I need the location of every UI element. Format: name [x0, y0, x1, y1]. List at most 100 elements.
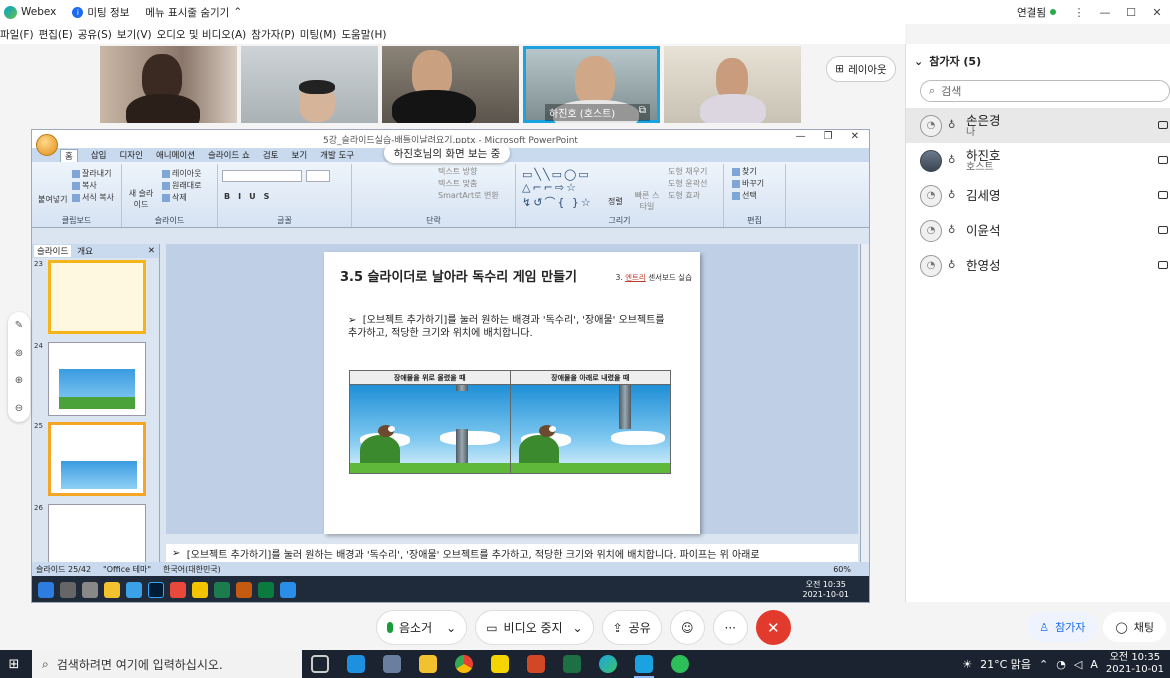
camera-icon	[1158, 156, 1168, 164]
taskbar-search-input[interactable]: ⌕ 검색하려면 여기에 입력하십시오.	[32, 650, 302, 678]
menu-edit[interactable]: 편집(E)	[39, 27, 78, 42]
connection-label: 연결됨	[1017, 6, 1046, 19]
ppt-tab: 애니메이션	[155, 151, 196, 161]
layout-button[interactable]: ⊞ 레이아웃	[826, 56, 896, 82]
ground-shape	[350, 463, 510, 473]
ribbon-shape-outline: 도형 윤곽선	[668, 179, 708, 188]
zoom-level: 60%	[833, 564, 851, 574]
close-icon[interactable]: ✕	[1144, 6, 1170, 19]
participants-header[interactable]: ⌄ 참가자 (5)	[906, 44, 1170, 78]
taskbar-powerpoint[interactable]	[518, 650, 554, 678]
reset-icon	[162, 181, 170, 190]
menu-toggle-button[interactable]: 메뉴 표시줄 숨기기 ⌃	[145, 5, 242, 20]
participant-row[interactable]: ◔ ♁ 이윤석	[906, 213, 1170, 248]
eagle-sprite	[538, 425, 556, 437]
taskbar-app[interactable]	[374, 650, 410, 678]
taskbar-edge[interactable]	[590, 650, 626, 678]
cloud-shape	[610, 431, 665, 445]
participant-row[interactable]: ◔ ♁ 한영성	[906, 248, 1170, 283]
minimize-icon[interactable]: —	[1092, 6, 1118, 19]
chevron-down-icon[interactable]: ⌄	[573, 621, 583, 635]
video-tile-host[interactable]: 하진호 (호스트) ⧉	[523, 46, 660, 123]
participant-row[interactable]: ◔ ♁ 손은경 나	[906, 108, 1170, 143]
reactions-button[interactable]: ☺	[669, 610, 705, 645]
shared-clock: 오전 10:35 2021-10-01	[802, 580, 850, 599]
annotate-pen-icon[interactable]: ✎	[15, 320, 23, 331]
delete-icon	[162, 193, 170, 202]
mute-button[interactable]: 음소거 ⌄	[376, 610, 468, 645]
taskbar-ie[interactable]	[338, 650, 374, 678]
participants-tab-button[interactable]: ♙ 참가자	[1027, 612, 1098, 642]
camera-icon	[1158, 191, 1168, 199]
participant-video-figure	[126, 94, 200, 123]
meeting-info-button[interactable]: i 미팅 정보	[72, 5, 129, 20]
taskbar-kakaotalk[interactable]	[482, 650, 518, 678]
task-view-button[interactable]	[302, 650, 338, 678]
shared-taskbar: 오전 10:35 2021-10-01	[32, 576, 869, 602]
video-name-label: 하진호 (호스트) ⧉	[545, 104, 650, 121]
group-name: 단락	[426, 216, 441, 225]
maximize-icon[interactable]: ☐	[1118, 6, 1144, 19]
participant-search-input[interactable]: ⌕ 검색	[920, 80, 1170, 102]
taskbar-excel[interactable]	[554, 650, 590, 678]
video-tile[interactable]	[382, 46, 519, 123]
video-tile[interactable]	[100, 46, 237, 123]
participant-video-figure	[575, 56, 615, 106]
video-camera-icon: ▭	[486, 620, 498, 635]
menu-file[interactable]: 파일(F)	[0, 27, 39, 42]
font-size-box	[306, 170, 330, 182]
taskview-icon	[82, 582, 98, 598]
start-button[interactable]: ⊞	[0, 650, 28, 678]
participant-row[interactable]: ◔ ♁ 김세영	[906, 178, 1170, 213]
close-icon: ✕	[766, 618, 780, 637]
avatar	[920, 149, 942, 172]
group-name: 클립보드	[61, 216, 92, 225]
more-options-button[interactable]: ···	[712, 610, 748, 645]
slide-canvas: 3.5 슬라이더로 날아라 독수리 게임 만들기 3. 엔트리 센서보드 실습 …	[166, 244, 858, 534]
menu-share[interactable]: 공유(S)	[78, 27, 117, 42]
edge-icon	[126, 582, 142, 598]
menu-view[interactable]: 보기(V)	[117, 27, 157, 42]
ime-indicator[interactable]: A	[1090, 658, 1098, 671]
network-icon[interactable]: ◔	[1056, 658, 1066, 671]
pane-tabs: 슬라이드 개요 ✕	[32, 244, 159, 258]
zoom-out-icon[interactable]: ⊖	[15, 403, 23, 414]
ribbon-format-painter: 서식 복사	[72, 192, 114, 203]
ppt-tab: 슬라이드 쇼	[208, 151, 250, 161]
more-icon: ···	[724, 620, 736, 635]
menu-help[interactable]: 도움말(H)	[341, 27, 391, 42]
chevron-down-icon[interactable]: ⌄	[446, 621, 456, 635]
ppt-tab: 보기	[291, 151, 308, 161]
video-tile[interactable]	[241, 46, 378, 123]
ribbon-cut: 잘라내기	[72, 168, 111, 179]
ribbon-text-direction: 텍스트 방향	[438, 167, 478, 176]
shared-screen[interactable]: 5강_슬라이드실습-배틀이날려요기.pptx - Microsoft Power…	[31, 129, 870, 603]
stop-video-button[interactable]: ▭ 비디오 중지 ⌄	[475, 610, 594, 645]
taskbar-explorer[interactable]	[410, 650, 446, 678]
share-button[interactable]: ⇪ 공유	[601, 610, 662, 645]
quick-access-toolbar	[32, 228, 869, 240]
pointer-icon[interactable]: ⊚	[15, 348, 23, 359]
chat-bubble-icon: ◯	[1115, 620, 1128, 634]
taskbar-app[interactable]	[662, 650, 698, 678]
zoom-in-icon[interactable]: ⊕	[15, 375, 23, 386]
headset-icon: ♁	[948, 155, 956, 166]
chat-tab-button[interactable]: ◯ 채팅	[1103, 612, 1166, 642]
ribbon-group-paragraph: 텍스트 방향 텍스트 맞춤 SmartArt로 변환 단락	[352, 164, 516, 227]
menu-participants[interactable]: 참가자(P)	[251, 27, 300, 42]
notes-pane: ➢ [오브젝트 추가하기]를 눌러 원하는 배경과 '독수리', '장애물' 오…	[166, 544, 858, 562]
leave-meeting-button[interactable]: ✕	[755, 610, 791, 645]
ribbon-shape-effect: 도형 효과	[668, 191, 700, 200]
group-name: 편집	[747, 216, 762, 225]
participant-row[interactable]: ♁ 하진호 호스트	[906, 143, 1170, 178]
volume-icon[interactable]: ◁	[1074, 658, 1082, 671]
tray-chevron-up-icon[interactable]: ⌃	[1039, 658, 1048, 671]
select-icon	[732, 191, 740, 200]
video-tile[interactable]	[664, 46, 801, 123]
window-more-icon[interactable]: ⋮	[1066, 6, 1092, 19]
taskbar-clock[interactable]: 오전 10:35 2021-10-01	[1106, 652, 1164, 676]
taskbar-webex[interactable]	[626, 650, 662, 678]
taskbar-chrome[interactable]	[446, 650, 482, 678]
menu-meeting[interactable]: 미팅(M)	[300, 27, 342, 42]
menu-audio-video[interactable]: 오디오 및 비디오(A)	[157, 27, 252, 42]
